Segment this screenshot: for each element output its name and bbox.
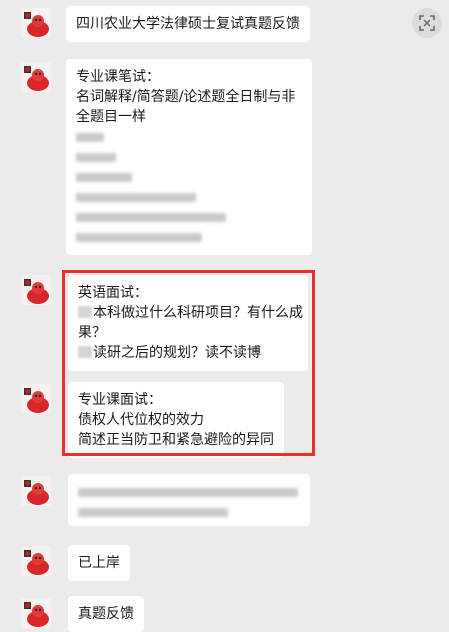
avatar-icon — [21, 384, 51, 414]
avatar-icon — [21, 62, 51, 92]
blurred-text — [76, 167, 302, 187]
avatar-icon — [21, 598, 51, 628]
scan-icon — [419, 15, 435, 31]
avatar[interactable] — [21, 62, 51, 92]
message-bubble[interactable] — [68, 474, 310, 526]
avatar[interactable] — [21, 598, 51, 628]
message-text: 专业课笔试： — [76, 69, 160, 85]
blurred-text — [76, 207, 302, 227]
avatar[interactable] — [21, 476, 51, 506]
avatar[interactable] — [21, 275, 51, 305]
blurred-text — [76, 187, 302, 207]
avatar[interactable] — [21, 8, 51, 38]
blurred-text — [76, 147, 302, 167]
avatar-icon — [21, 476, 51, 506]
message-text: 已上岸 — [78, 555, 120, 571]
highlight-frame — [62, 270, 315, 456]
message-text: 真题反馈 — [78, 606, 134, 622]
message-bubble[interactable]: 专业课笔试： 名词解释/简答题/论述题全日制与非 全题目一样 — [66, 59, 312, 255]
message-bubble[interactable]: 真题反馈 — [68, 596, 144, 632]
avatar-icon — [21, 275, 51, 305]
message-bubble[interactable]: 四川农业大学法律硕士复试真题反馈 — [66, 6, 310, 42]
blurred-text — [76, 127, 302, 147]
avatar-icon — [21, 546, 51, 576]
blurred-text — [78, 482, 300, 502]
message-text: 四川农业大学法律硕士复试真题反馈 — [76, 16, 300, 32]
blurred-text — [76, 227, 302, 247]
message-text: 名词解释/简答题/论述题全日制与非 — [76, 89, 296, 105]
blurred-text — [78, 502, 300, 522]
avatar-icon — [21, 8, 51, 38]
message-text: 全题目一样 — [76, 109, 146, 125]
scan-button[interactable] — [412, 8, 442, 38]
message-bubble[interactable]: 已上岸 — [68, 545, 130, 581]
avatar[interactable] — [21, 384, 51, 414]
avatar[interactable] — [21, 546, 51, 576]
